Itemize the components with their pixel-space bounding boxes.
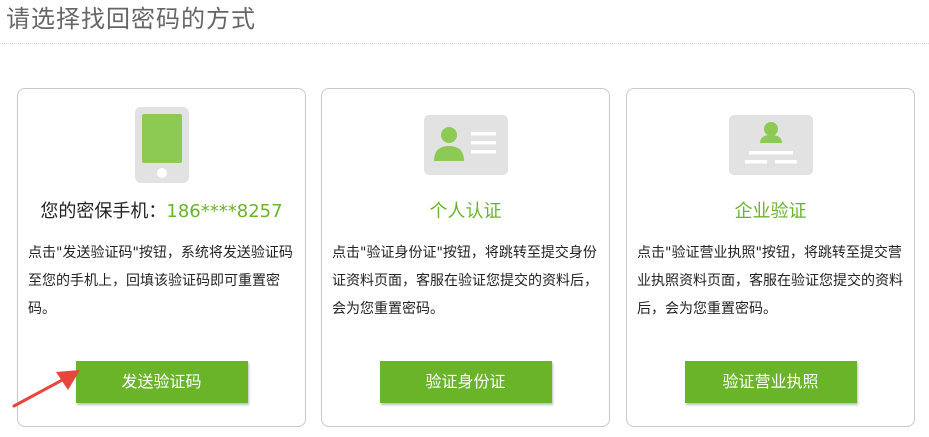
- personal-heading: 个人认证: [429, 201, 502, 222]
- phone-heading: 您的密保手机：186****8257: [18, 199, 305, 225]
- business-heading: 企业验证: [734, 201, 807, 222]
- page-title: 请选择找回密码的方式: [6, 5, 256, 33]
- red-arrow-icon: [10, 368, 84, 414]
- id-card-icon: [423, 115, 508, 179]
- phone-description: 点击"发送验证码"按钮，系统将发送验证码至您的手机上，回填该验证码即可重置密码。: [28, 245, 293, 317]
- send-code-button[interactable]: 发送验证码: [75, 361, 248, 403]
- mobile-phone-icon: [134, 107, 189, 187]
- masked-phone-number: 186****8257: [166, 201, 283, 222]
- business-license-icon: [728, 115, 813, 179]
- verify-id-button[interactable]: 验证身份证: [379, 361, 552, 403]
- business-verification-card: 企业验证 点击"验证营业执照"按钮，将跳转至提交营业执照资料页面，客服在验证您提…: [626, 88, 915, 427]
- phone-heading-label: 您的密保手机：: [40, 201, 167, 222]
- personal-description: 点击"验证身份证"按钮，将跳转至提交身份证资料页面，客服在验证您提交的资料后，会…: [332, 245, 598, 317]
- verify-business-license-button[interactable]: 验证营业执照: [684, 361, 857, 403]
- personal-verification-card: 个人认证 点击"验证身份证"按钮，将跳转至提交身份证资料页面，客服在验证您提交的…: [321, 88, 610, 427]
- title-divider: [0, 43, 929, 44]
- business-description: 点击"验证营业执照"按钮，将跳转至提交营业执照资料页面，客服在验证您提交的资料后…: [637, 245, 903, 317]
